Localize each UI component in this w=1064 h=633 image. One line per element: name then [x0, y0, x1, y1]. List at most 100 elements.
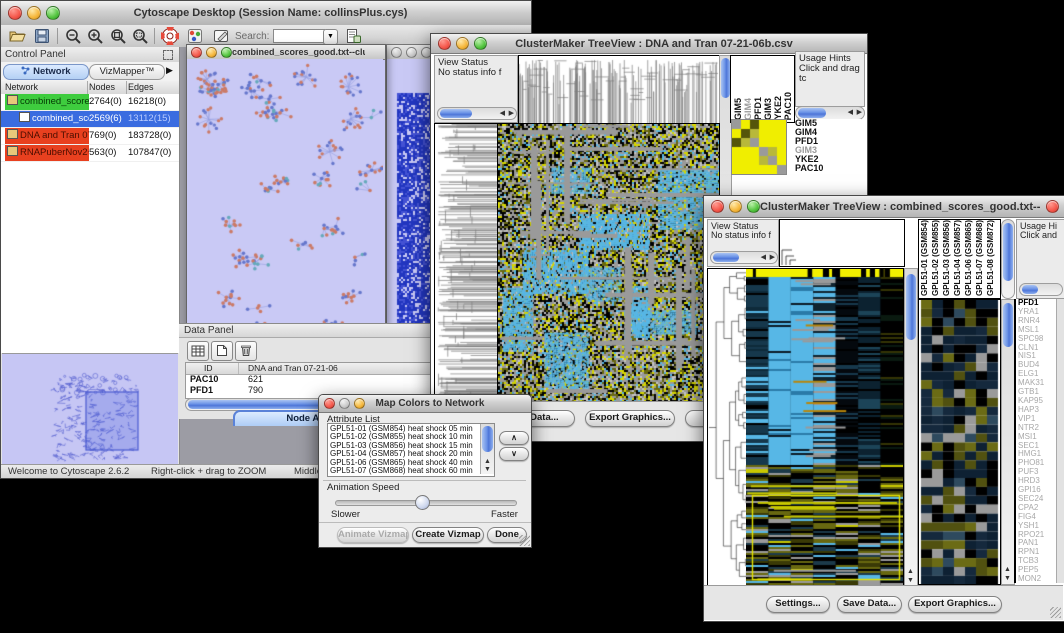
- tv2-detail-zoom-view[interactable]: [918, 299, 1001, 585]
- scroll-up-arrow[interactable]: ▲: [1004, 566, 1011, 573]
- search-dropdown-button[interactable]: ▼: [323, 29, 338, 45]
- delete-attribute-button[interactable]: [235, 341, 257, 361]
- attribute-list-vscrollbar[interactable]: ▲ ▼: [480, 424, 494, 474]
- scroll-right-arrow[interactable]: ▶: [857, 109, 862, 116]
- gene-label[interactable]: PFD1: [795, 137, 861, 146]
- resize-grip[interactable]: [519, 535, 530, 546]
- scroll-left-arrow[interactable]: ◀: [848, 109, 853, 116]
- gene-label[interactable]: BUD4: [1018, 361, 1058, 370]
- zoom-button[interactable]: [747, 200, 760, 213]
- float-panel-icon[interactable]: [163, 50, 173, 60]
- zoom-in-icon[interactable]: [87, 28, 104, 44]
- gene-label[interactable]: NTR2: [1018, 424, 1058, 433]
- gene-label[interactable]: YRA1: [1018, 308, 1058, 317]
- move-up-button[interactable]: ∧: [499, 431, 529, 445]
- network-row[interactable]: DNA and Tran 07769(0)183728(0): [1, 128, 179, 145]
- scroll-thumb[interactable]: [1022, 285, 1038, 294]
- gene-label[interactable]: YKE2: [795, 155, 861, 164]
- col-attr[interactable]: DNA and Tran 07-21-06: [248, 363, 338, 373]
- zoom-fit-icon[interactable]: [132, 28, 149, 44]
- gene-label[interactable]: PFD1: [1018, 299, 1058, 308]
- gene-label[interactable]: PAC10: [795, 164, 861, 173]
- gene-label[interactable]: ELG1: [1018, 370, 1058, 379]
- attribute-list-item[interactable]: GPL51-07 (GSM868) heat shock 60 min: [330, 467, 479, 475]
- treeview2-titlebar[interactable]: ClusterMaker TreeView : combined_scores_…: [704, 196, 1064, 218]
- open-session-icon[interactable]: [9, 28, 26, 44]
- scroll-thumb[interactable]: [906, 274, 916, 340]
- zoom-button[interactable]: [474, 37, 487, 50]
- tab-network[interactable]: Network: [3, 64, 89, 80]
- birdseye-view[interactable]: [2, 353, 178, 464]
- gene-label[interactable]: MON2: [1018, 575, 1058, 583]
- vizmapper-icon[interactable]: [187, 28, 203, 44]
- gene-label[interactable]: PAN1: [1018, 539, 1058, 548]
- gene-label[interactable]: RPO21: [1018, 531, 1058, 540]
- move-down-button[interactable]: ∨: [499, 447, 529, 461]
- gene-label[interactable]: NIS1: [1018, 352, 1058, 361]
- zoom-button[interactable]: [46, 6, 60, 20]
- gene-label[interactable]: MSI1: [1018, 433, 1058, 442]
- close-button[interactable]: [391, 47, 402, 58]
- tab-overflow-button[interactable]: ▶: [166, 65, 173, 76]
- tv1-usage-hscrollbar[interactable]: ◀ ▶: [795, 106, 865, 120]
- export-graphics-button[interactable]: Export Graphics...: [908, 596, 1002, 613]
- gene-label[interactable]: HAP3: [1018, 406, 1058, 415]
- slider-thumb[interactable]: [415, 495, 430, 510]
- network1-titlebar[interactable]: combined_scores_good.txt--cluste...: [187, 45, 385, 60]
- scroll-down-arrow[interactable]: ▼: [484, 466, 491, 473]
- main-titlebar[interactable]: Cytoscape Desktop (Session Name: collins…: [1, 1, 531, 26]
- attribute-select-button[interactable]: [187, 341, 209, 361]
- gene-label[interactable]: RPN1: [1018, 548, 1058, 557]
- col-nodes[interactable]: Nodes: [89, 82, 115, 92]
- gene-label[interactable]: MAK31: [1018, 379, 1058, 388]
- scroll-down-arrow[interactable]: ▼: [907, 577, 914, 584]
- minimize-button[interactable]: [729, 200, 742, 213]
- minimize-button[interactable]: [339, 398, 350, 409]
- tv2-labels-vscrollbar[interactable]: [1001, 219, 1015, 299]
- gene-label[interactable]: VIP1: [1018, 415, 1058, 424]
- scroll-thumb[interactable]: [798, 108, 826, 118]
- network-view[interactable]: [187, 59, 383, 368]
- scroll-thumb[interactable]: [721, 58, 730, 98]
- network-row[interactable]: combined_sco2569(6)13112(15): [1, 111, 179, 128]
- close-button[interactable]: [711, 200, 724, 213]
- gene-label[interactable]: SEC24: [1018, 495, 1058, 504]
- minimize-button[interactable]: [27, 6, 41, 20]
- new-attribute-button[interactable]: [211, 341, 233, 361]
- tab-vizmapper[interactable]: VizMapper™: [89, 64, 165, 80]
- gene-label[interactable]: SEC1: [1018, 442, 1058, 451]
- col-edges[interactable]: Edges: [128, 82, 154, 92]
- gene-label[interactable]: CLN1: [1018, 344, 1058, 353]
- tv1-row-dendrogram[interactable]: [434, 123, 498, 403]
- gene-label[interactable]: MSL1: [1018, 326, 1058, 335]
- gene-label[interactable]: TCB3: [1018, 557, 1058, 566]
- gene-label[interactable]: YSH1: [1018, 522, 1058, 531]
- network-row[interactable]: RNAPuberNov2+1563(0)107847(0): [1, 145, 179, 162]
- save-session-icon[interactable]: [34, 28, 50, 44]
- scroll-thumb[interactable]: [440, 109, 472, 118]
- search-input[interactable]: [273, 29, 325, 43]
- scroll-left-arrow[interactable]: ◀: [500, 110, 505, 117]
- gene-label[interactable]: GTB1: [1018, 388, 1058, 397]
- gene-label[interactable]: SPC98: [1018, 335, 1058, 344]
- view-status-hscrollbar[interactable]: ◀ ▶: [437, 107, 517, 120]
- tv2-main-vscrollbar[interactable]: ▲ ▼: [904, 268, 918, 587]
- close-button[interactable]: [324, 398, 335, 409]
- gene-label[interactable]: GIM5: [795, 119, 861, 128]
- col-network[interactable]: Network: [5, 82, 38, 92]
- scroll-right-arrow[interactable]: ▶: [770, 254, 775, 261]
- gene-label[interactable]: RNR4: [1018, 317, 1058, 326]
- tv1-summary-matrix[interactable]: [731, 119, 787, 175]
- annotation-icon[interactable]: [213, 28, 230, 44]
- resize-grip[interactable]: [1050, 607, 1061, 618]
- tv2-heatmap[interactable]: [746, 268, 904, 587]
- save-data-button[interactable]: Save Data...: [837, 596, 902, 613]
- tv1-heatmap[interactable]: [497, 123, 720, 403]
- scroll-up-arrow[interactable]: ▲: [907, 568, 914, 575]
- gene-label[interactable]: GIM3: [795, 146, 861, 155]
- gene-label[interactable]: PEP5: [1018, 566, 1058, 575]
- view-status-hscrollbar[interactable]: ◀ ▶: [710, 251, 778, 264]
- zoom-button[interactable]: [354, 398, 365, 409]
- speed-slider[interactable]: [335, 495, 515, 509]
- gene-label[interactable]: PUF3: [1018, 468, 1058, 477]
